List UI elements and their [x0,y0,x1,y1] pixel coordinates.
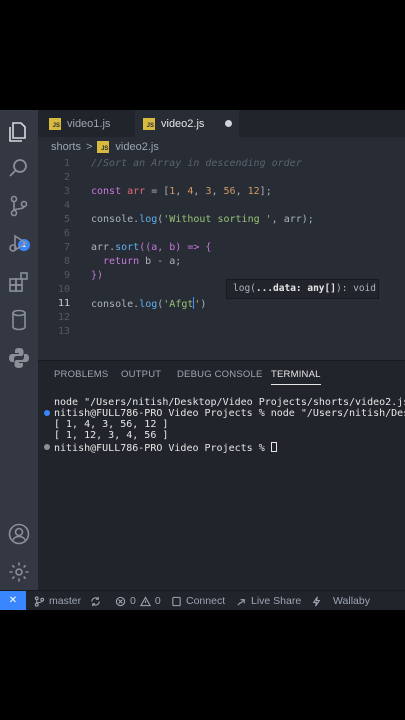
code-line: 8 return b - a; [38,255,405,269]
code-text: return b - a; [103,256,182,267]
tab-video1[interactable]: JS video1.js [38,110,135,137]
code-editor[interactable]: 1 //Sort an Array in descending order 2 … [38,157,405,360]
tab-label: video1.js [67,117,111,130]
vscode-window: 1 JS video1.js JS video2.js shorts > JS … [0,110,405,610]
activity-bar: 1 [0,110,38,590]
parameter-hint-tooltip: log(...data: any[]): void [226,279,379,299]
line-number: 10 [57,284,70,295]
line-number: 6 [63,228,70,239]
tab-label: video2.js [161,117,205,130]
line-number: 12 [57,312,70,323]
panel-tabs: PROBLEMS OUTPUT DEBUG CONSOLE TERMINAL [38,361,405,388]
line-number: 5 [63,214,70,225]
line-number: 4 [63,200,70,211]
code-line: 11 console.log('Afgt') [38,297,405,311]
warning-count: 0 [154,595,161,607]
command-status-dot-icon [44,444,50,450]
database-connect-icon [172,596,181,606]
code-comment: //Sort an Array in descending order [91,158,302,169]
line-number: 1 [63,158,70,169]
code-line: 3 const arr = [1, 4, 3, 56, 12]; [38,185,405,199]
warning-icon [139,595,151,606]
terminal-line: nitish@FULL786-PRO Video Projects % node… [54,408,405,419]
code-text: arr.sort((a, b) => { [91,242,212,253]
sync-button[interactable] [90,591,105,610]
code-line: 1 //Sort an Array in descending order [38,157,405,171]
wallaby-button[interactable]: Wallaby [311,591,370,610]
javascript-file-icon: JS [49,117,61,130]
code-line: 7 arr.sort((a, b) => { [38,241,405,255]
remote-indicator-icon[interactable]: ✕ [0,591,26,610]
status-bar: ✕ master 0 0 Connect Live Share Wallaby [0,590,405,610]
connect-button[interactable]: Connect [171,591,225,610]
run-debug-icon[interactable] [7,231,31,255]
terminal-line: [ 1, 12, 3, 4, 56 ] [54,430,169,441]
live-share-label: Live Share [251,595,302,607]
line-number: 3 [63,186,70,197]
branch-indicator[interactable]: master [34,591,81,610]
tab-video2[interactable]: JS video2.js [135,110,239,137]
code-text: const arr = [1, 4, 3, 56, 12]; [91,186,272,197]
bottom-panel: PROBLEMS OUTPUT DEBUG CONSOLE TERMINAL n… [38,360,405,590]
line-number: 7 [63,242,70,253]
line-number: 13 [57,326,70,337]
extensions-icon[interactable] [7,270,31,294]
terminal-prompt: nitish@FULL786-PRO Video Projects % [54,442,277,454]
javascript-file-icon: JS [143,117,155,130]
connect-label: Connect [186,595,226,607]
breadcrumb-file[interactable]: video2.js [115,141,158,153]
terminal-cursor [270,442,277,452]
unsaved-dot-icon[interactable] [225,120,233,127]
code-line: 12 [38,311,405,325]
code-line: 6 [38,227,405,241]
tab-debug-console[interactable]: DEBUG CONSOLE [177,369,262,380]
breadcrumb-separator: > [85,141,93,153]
terminal-output[interactable]: node "/Users/nitish/Desktop/Video Projec… [38,395,405,515]
code-line: 2 [38,171,405,185]
live-share-button[interactable]: Live Share [236,591,301,610]
tab-problems[interactable]: PROBLEMS [54,369,108,380]
breadcrumb-folder[interactable]: shorts [51,141,81,153]
problems-indicator[interactable]: 0 0 [115,591,161,610]
tab-output[interactable]: OUTPUT [121,369,161,380]
git-branch-icon [34,595,45,607]
error-count: 0 [130,595,136,607]
editor-tabs: JS video1.js JS video2.js [38,110,405,137]
line-number: 8 [63,256,70,267]
javascript-file-icon: JS [97,141,110,153]
branch-name: master [49,595,82,607]
command-status-dot-icon [44,410,50,416]
search-icon[interactable] [7,156,31,180]
source-control-icon[interactable] [7,194,31,218]
line-number: 2 [63,172,70,183]
database-icon[interactable] [7,308,31,332]
code-text: console.log('Without sorting ', arr); [91,214,314,225]
code-line: 5 console.log('Without sorting ', arr); [38,213,405,227]
code-line: 13 [38,325,405,339]
tab-terminal[interactable]: TERMINAL [271,369,321,385]
code-text: }) [91,270,104,281]
error-icon [115,596,126,606]
lightning-icon [312,596,321,606]
code-text: console.log('Afgt') [91,297,207,310]
line-number: 9 [63,270,70,281]
breadcrumb: shorts > JS video2.js [38,137,405,157]
terminal-line: node "/Users/nitish/Desktop/Video Projec… [54,397,405,408]
settings-gear-icon[interactable] [7,560,31,584]
live-share-icon [237,598,245,606]
line-number: 11 [57,298,70,309]
sync-icon [91,596,100,606]
python-icon[interactable] [7,346,31,370]
account-icon[interactable] [7,522,31,546]
wallaby-label: Wallaby [333,595,370,607]
code-line: 4 [38,199,405,213]
explorer-icon[interactable] [7,120,31,144]
terminal-line: [ 1, 4, 3, 56, 12 ] [54,419,169,430]
